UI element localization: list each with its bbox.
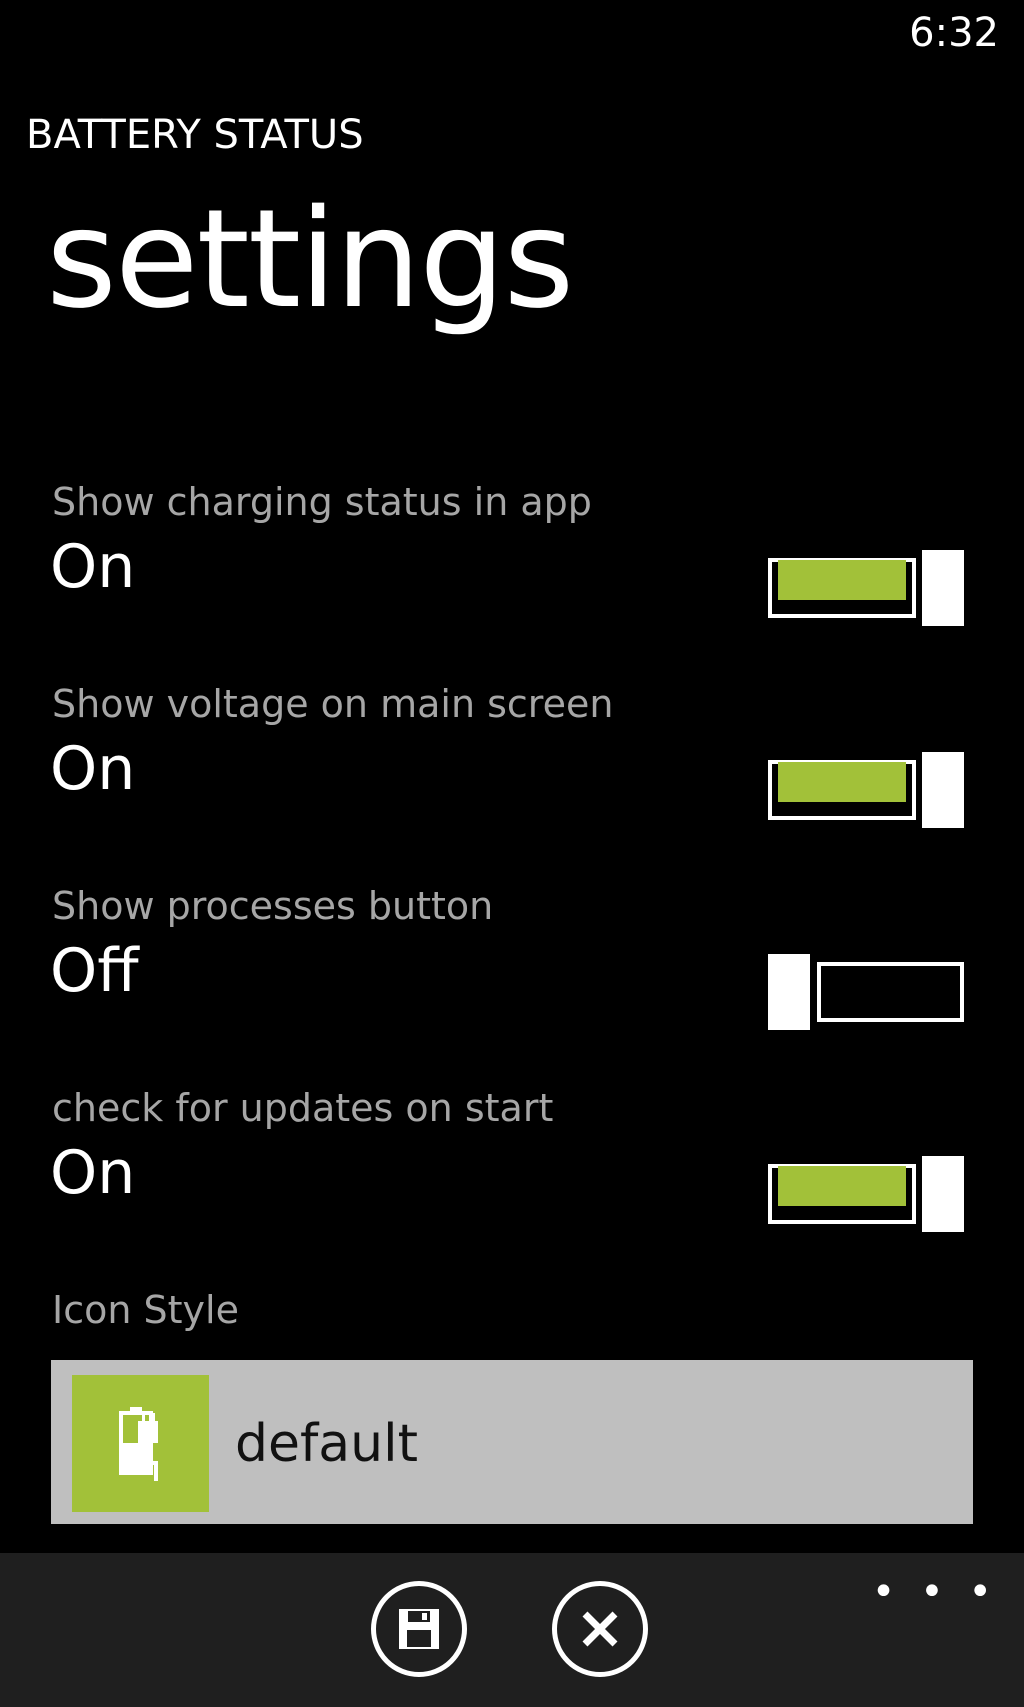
close-icon bbox=[582, 1611, 618, 1647]
icon-style-value: default bbox=[235, 1414, 418, 1474]
icon-style-picker[interactable]: default bbox=[51, 1360, 973, 1524]
save-icon bbox=[399, 1609, 439, 1649]
settings-row-voltage: Show voltage on main screen On bbox=[0, 682, 1024, 882]
setting-value: On bbox=[50, 1138, 136, 1208]
status-time: 6:32 bbox=[909, 10, 999, 56]
toggle-processes-button[interactable] bbox=[768, 954, 964, 1030]
more-options-icon[interactable]: • • • bbox=[872, 1569, 998, 1615]
setting-label: Show voltage on main screen bbox=[52, 682, 614, 726]
settings-row-partial: On bbox=[0, 390, 1024, 410]
settings-row-processes-button: Show processes button Off bbox=[0, 884, 1024, 1084]
settings-row-charging-status: Show charging status in app On bbox=[0, 480, 1024, 680]
toggle-fill bbox=[778, 560, 906, 600]
cancel-button[interactable] bbox=[552, 1581, 648, 1677]
settings-row-check-updates: check for updates on start On bbox=[0, 1086, 1024, 1286]
setting-label: Show charging status in app bbox=[52, 480, 592, 524]
app-title: BATTERY STATUS bbox=[26, 112, 364, 158]
toggle-track bbox=[817, 962, 964, 1022]
toggle-charging-status[interactable] bbox=[768, 550, 964, 626]
save-button[interactable] bbox=[371, 1581, 467, 1677]
toggle-thumb[interactable] bbox=[922, 752, 964, 828]
setting-value: Off bbox=[50, 936, 139, 1006]
battery-plug-icon bbox=[119, 1407, 158, 1481]
toggle-voltage[interactable] bbox=[768, 752, 964, 828]
toggle-thumb[interactable] bbox=[922, 550, 964, 626]
icon-style-tile bbox=[72, 1375, 209, 1512]
toggle-fill bbox=[778, 1166, 906, 1206]
toggle-thumb[interactable] bbox=[922, 1156, 964, 1232]
setting-value: On bbox=[50, 532, 136, 602]
setting-label: check for updates on start bbox=[52, 1086, 554, 1130]
settings-list[interactable]: On Show charging status in app On Show v… bbox=[0, 390, 1024, 1553]
toggle-check-updates[interactable] bbox=[768, 1156, 964, 1232]
toggle-fill bbox=[778, 762, 906, 802]
icon-style-label: Icon Style bbox=[52, 1288, 239, 1332]
toggle-thumb[interactable] bbox=[768, 954, 810, 1030]
setting-value: On bbox=[50, 734, 136, 804]
setting-label: Show processes button bbox=[52, 884, 494, 928]
app-bar: • • • bbox=[0, 1553, 1024, 1707]
page-title: settings bbox=[46, 181, 574, 339]
icon-style-row: Icon Style bbox=[0, 1288, 1024, 1348]
